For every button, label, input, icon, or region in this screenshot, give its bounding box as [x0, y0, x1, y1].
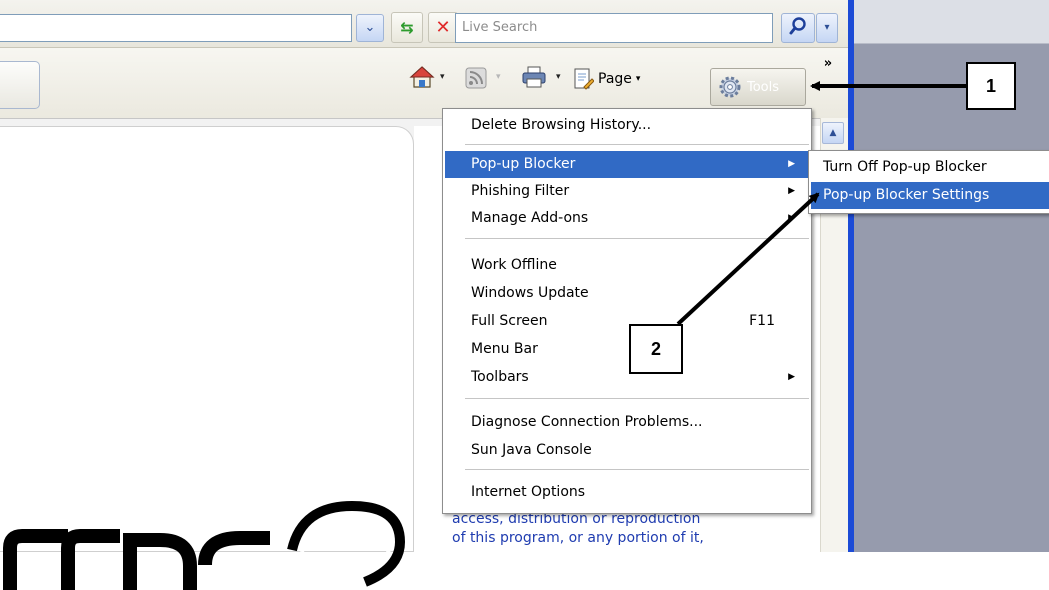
menu-item-manage-add-ons[interactable]: Manage Add-ons ▶: [445, 205, 809, 232]
menu-item-internet-options[interactable]: Internet Options: [445, 479, 809, 506]
page-body-text-line: of this program, or any portion of it,: [452, 530, 704, 546]
menu-separator: [465, 469, 809, 470]
page-dropdown-icon: ▾: [635, 74, 641, 84]
menu-item-label: Delete Browsing History...: [471, 117, 652, 133]
stop-icon: ✕: [435, 17, 451, 38]
submenu-arrow-icon: ▶: [788, 186, 795, 196]
menu-separator: [465, 238, 809, 239]
menu-item-label: Manage Add-ons: [471, 210, 589, 226]
submenu-arrow-icon: ▶: [788, 372, 795, 382]
search-button[interactable]: [781, 13, 815, 43]
submenu-arrow-icon: ▶: [788, 159, 795, 169]
submenu-arrow-icon: ▶: [788, 213, 795, 223]
callout-step-2: 2: [629, 324, 683, 374]
feeds-dropdown-icon[interactable]: ▾: [496, 72, 506, 84]
gear-icon: [719, 76, 741, 98]
popup-blocker-submenu: Turn Off Pop-up Blocker Pop-up Blocker S…: [808, 150, 1049, 214]
home-icon: [409, 66, 435, 88]
desktop-background: [854, 44, 1049, 552]
menu-item-menu-bar[interactable]: Menu Bar: [445, 336, 809, 363]
menu-item-label: Menu Bar: [471, 341, 538, 357]
home-button[interactable]: [408, 64, 436, 94]
scroll-up-button[interactable]: ▲: [822, 122, 844, 144]
page-body-text: access, distribution or reproduction of …: [452, 510, 812, 552]
refresh-icon: ⇆: [400, 18, 414, 37]
search-input[interactable]: Live Search: [455, 13, 773, 43]
menu-item-label: Phishing Filter: [471, 183, 570, 199]
print-dropdown-icon[interactable]: ▾: [556, 72, 566, 84]
menu-item-popup-blocker[interactable]: Pop-up Blocker ▶: [445, 151, 809, 178]
menu-item-turn-off-popup-blocker[interactable]: Turn Off Pop-up Blocker: [811, 154, 1049, 181]
menu-item-full-screen[interactable]: Full Screen F11: [445, 308, 809, 335]
menu-item-sun-java-console[interactable]: Sun Java Console: [445, 437, 809, 464]
tools-menu-button[interactable]: Tools: [710, 68, 806, 106]
menu-item-label: Full Screen: [471, 313, 548, 329]
menu-item-popup-blocker-settings[interactable]: Pop-up Blocker Settings: [811, 182, 1049, 209]
search-options-button[interactable]: ▾: [816, 13, 838, 43]
refresh-button[interactable]: ⇆: [391, 12, 423, 43]
menu-item-label: Sun Java Console: [471, 442, 592, 458]
address-dropdown-button[interactable]: ⌄: [356, 14, 384, 42]
print-button[interactable]: [520, 64, 548, 94]
page-menu-button[interactable]: Page ▾: [572, 64, 706, 94]
menu-separator: [465, 398, 809, 399]
page-menu-label: Page: [598, 71, 632, 87]
menu-item-label: Pop-up Blocker: [471, 156, 576, 172]
tools-menu-label: Tools: [747, 79, 780, 95]
menu-separator: [465, 144, 809, 145]
menu-item-toolbars[interactable]: Toolbars ▶: [445, 364, 809, 391]
menu-item-label: Work Offline: [471, 257, 557, 273]
feeds-button[interactable]: [464, 66, 490, 92]
more-commands-icon[interactable]: »: [818, 56, 838, 76]
tools-dropdown-menu: Delete Browsing History... Pop-up Blocke…: [442, 108, 812, 514]
menu-item-label: Turn Off Pop-up Blocker: [823, 159, 987, 175]
printer-icon: [522, 66, 546, 88]
background-window-titlebar: [854, 0, 1049, 44]
menu-item-delete-browsing-history[interactable]: Delete Browsing History...: [445, 112, 809, 139]
menu-item-label: Diagnose Connection Problems...: [471, 414, 703, 430]
menu-item-diagnose-connection-problems[interactable]: Diagnose Connection Problems...: [445, 409, 809, 436]
menu-item-label: Internet Options: [471, 484, 586, 500]
menu-item-label: Pop-up Blocker Settings: [823, 187, 990, 203]
address-field[interactable]: [0, 14, 352, 42]
page-logo-graphic: [3, 500, 406, 590]
page-icon: [574, 68, 594, 90]
menu-item-phishing-filter[interactable]: Phishing Filter ▶: [445, 178, 809, 205]
callout-step-1: 1: [966, 62, 1016, 110]
search-icon: [789, 17, 806, 35]
menu-item-label: Windows Update: [471, 285, 589, 301]
menu-item-work-offline[interactable]: Work Offline: [445, 252, 809, 279]
home-dropdown-icon[interactable]: ▾: [440, 72, 450, 84]
menu-item-label: Toolbars: [471, 369, 529, 385]
stop-button[interactable]: ✕: [428, 12, 458, 43]
feed-icon: [465, 67, 487, 89]
browser-tab[interactable]: [0, 61, 40, 109]
menu-item-windows-update[interactable]: Windows Update: [445, 280, 809, 307]
menu-item-shortcut: F11: [749, 313, 775, 329]
